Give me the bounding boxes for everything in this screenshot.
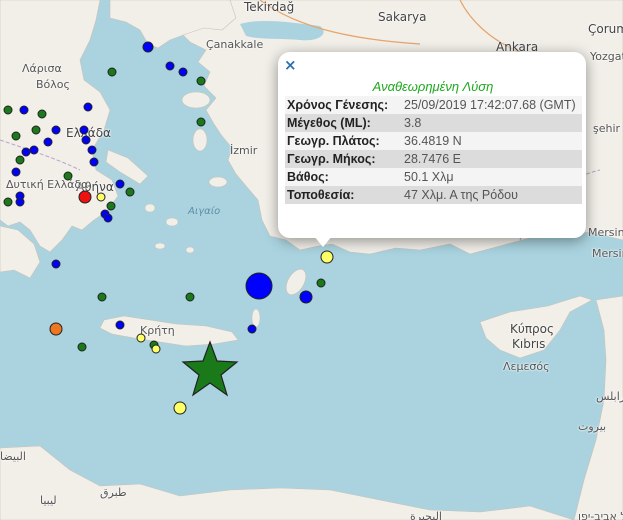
- eq-marker-green[interactable]: [106, 201, 116, 211]
- eq-marker-green[interactable]: [3, 105, 13, 115]
- eq-marker-yellow-selected[interactable]: [320, 250, 334, 264]
- info-value: 47 Χλμ. Α της Ρόδου: [402, 186, 582, 204]
- eq-marker-green[interactable]: [31, 125, 41, 135]
- eq-marker-blue[interactable]: [11, 167, 21, 177]
- eq-marker-green[interactable]: [15, 155, 25, 165]
- close-icon[interactable]: ×: [284, 56, 297, 74]
- eq-marker-green[interactable]: [77, 342, 87, 352]
- eq-marker-green[interactable]: [97, 292, 107, 302]
- eq-marker-blue[interactable]: [142, 41, 154, 53]
- eq-marker-green[interactable]: [3, 197, 13, 207]
- eq-marker-blue[interactable]: [83, 102, 93, 112]
- info-key: Βάθος:: [285, 168, 402, 186]
- eq-marker-blue[interactable]: [165, 61, 175, 71]
- eq-marker-green[interactable]: [316, 278, 326, 288]
- info-key: Γεωγρ. Πλάτος:: [285, 132, 402, 150]
- eq-marker-red[interactable]: [78, 190, 92, 204]
- info-row: Χρόνος Γένεσης: 25/09/2019 17:42:07.68 (G…: [285, 96, 582, 114]
- info-row: Γεωγρ. Μήκος: 28.7476 E: [285, 150, 582, 168]
- info-row: Μέγεθος (ML): 3.8: [285, 114, 582, 132]
- eq-marker-blue[interactable]: [89, 157, 99, 167]
- eq-marker-green[interactable]: [196, 117, 206, 127]
- eq-marker-green[interactable]: [63, 171, 73, 181]
- eq-marker-blue[interactable]: [51, 259, 61, 269]
- info-row: Τοποθεσία: 47 Χλμ. Α της Ρόδου: [285, 186, 582, 204]
- eq-marker-blue[interactable]: [299, 290, 313, 304]
- eq-marker-blue[interactable]: [247, 324, 257, 334]
- eq-marker-blue[interactable]: [43, 137, 53, 147]
- eq-marker-blue[interactable]: [79, 125, 89, 135]
- info-key: Γεωγρ. Μήκος:: [285, 150, 402, 168]
- eq-marker-green[interactable]: [107, 67, 117, 77]
- event-info-table: Χρόνος Γένεσης: 25/09/2019 17:42:07.68 (G…: [285, 96, 582, 204]
- info-value: 25/09/2019 17:42:07.68 (GMT): [402, 96, 582, 114]
- eq-marker-blue[interactable]: [29, 145, 39, 155]
- eq-marker-blue[interactable]: [51, 125, 61, 135]
- eq-marker-blue[interactable]: [115, 320, 125, 330]
- eq-marker-orange[interactable]: [49, 322, 63, 336]
- info-row: Βάθος: 50.1 Χλμ: [285, 168, 582, 186]
- info-row: Γεωγρ. Πλάτος: 36.4819 N: [285, 132, 582, 150]
- info-key: Χρόνος Γένεσης:: [285, 96, 402, 114]
- eq-marker-blue[interactable]: [87, 145, 97, 155]
- eq-marker-blue[interactable]: [115, 179, 125, 189]
- info-value: 36.4819 N: [402, 132, 582, 150]
- eq-marker-blue[interactable]: [81, 135, 91, 145]
- eq-marker-green[interactable]: [185, 292, 195, 302]
- eq-marker-green[interactable]: [11, 131, 21, 141]
- eq-marker-green[interactable]: [196, 76, 206, 86]
- eq-marker-star[interactable]: [181, 340, 239, 397]
- info-value: 50.1 Χλμ: [402, 168, 582, 186]
- eq-marker-blue[interactable]: [103, 213, 113, 223]
- eq-marker-yellow[interactable]: [136, 333, 146, 343]
- eq-marker-green[interactable]: [37, 109, 47, 119]
- info-key: Τοποθεσία:: [285, 186, 402, 204]
- eq-marker-blue[interactable]: [19, 105, 29, 115]
- popup-title: Αναθεωρημένη Λύση: [372, 79, 494, 94]
- eq-marker-blue[interactable]: [178, 67, 188, 77]
- eq-marker-yellow[interactable]: [151, 344, 161, 354]
- popup-tip: [314, 236, 332, 247]
- eq-marker-blue-large[interactable]: [245, 272, 273, 300]
- eq-marker-yellow[interactable]: [173, 401, 187, 415]
- info-key: Μέγεθος (ML):: [285, 114, 402, 132]
- eq-marker-yellow[interactable]: [96, 192, 106, 202]
- map[interactable]: Tekirdağ Sakarya Çorum Çanakkale Ankara …: [0, 0, 623, 520]
- eq-marker-green[interactable]: [125, 187, 135, 197]
- info-value: 28.7476 E: [402, 150, 582, 168]
- info-value: 3.8: [402, 114, 582, 132]
- eq-marker-blue[interactable]: [15, 197, 25, 207]
- eq-marker-blue[interactable]: [21, 147, 31, 157]
- event-info-popup: × Αναθεωρημένη Λύση Χρόνος Γένεσης: 25/09…: [278, 52, 586, 238]
